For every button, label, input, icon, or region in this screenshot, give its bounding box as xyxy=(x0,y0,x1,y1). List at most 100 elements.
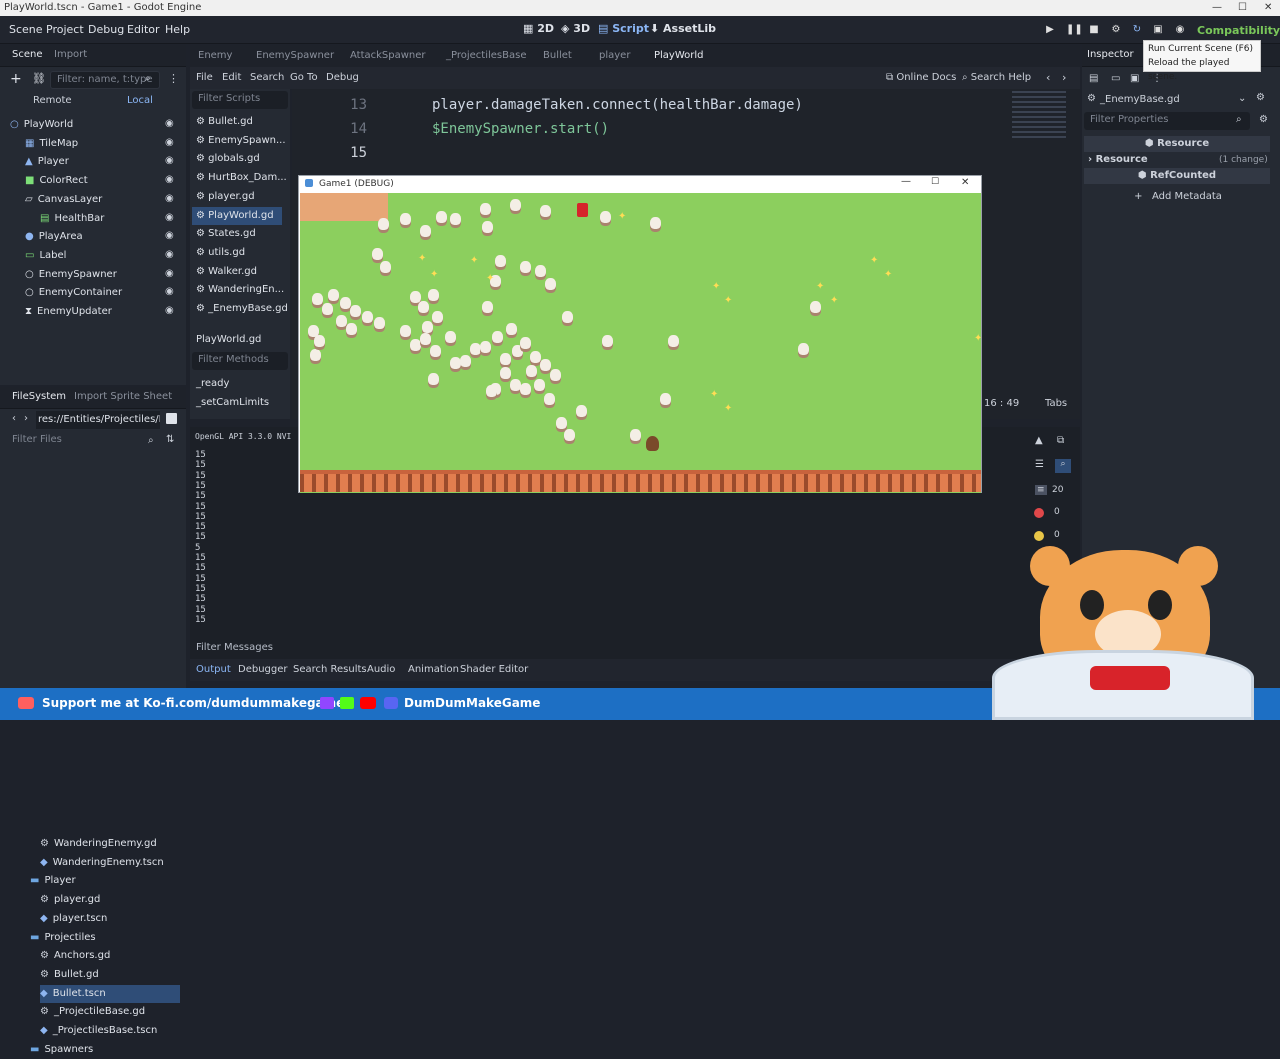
visibility-icon[interactable]: ◉ xyxy=(165,193,174,204)
editor-tab-player[interactable]: player xyxy=(599,50,630,61)
menu-debug[interactable]: Debug xyxy=(88,23,124,36)
visibility-icon[interactable]: ◉ xyxy=(165,174,174,185)
run-current-scene-icon[interactable]: ↻ xyxy=(1131,24,1143,36)
more-icon[interactable]: ⋮ xyxy=(168,72,179,85)
save-icon[interactable]: ▣ xyxy=(1130,73,1139,84)
visibility-icon[interactable]: ◉ xyxy=(165,249,174,260)
filesystem-filter-input[interactable]: Filter Files xyxy=(6,432,156,450)
open-resource-icon[interactable]: ▤ xyxy=(1089,73,1098,84)
file-item-wanderingenemy-gd[interactable]: ⚙ WanderingEnemy.gd xyxy=(40,835,157,853)
editor-tab--projectilesbase[interactable]: _ProjectilesBase xyxy=(446,50,526,61)
script-menu-goto[interactable]: Go To xyxy=(290,72,318,83)
object-properties-icon[interactable]: ⚙ xyxy=(1256,92,1265,103)
file-item-projectiles[interactable]: ▬ Projectiles xyxy=(30,929,96,947)
filter-methods-input[interactable]: Filter Methods xyxy=(192,352,288,370)
script-item[interactable]: ⚙ player.gd xyxy=(192,188,282,206)
game-viewport[interactable]: ✦ ✦ ✦ ✦ ✦ ✦ ✦ ✦ ✦ ✦ ✦ ✦ ✦ ✦ xyxy=(300,193,981,493)
scene-node-healthbar[interactable]: ▤ HealthBar xyxy=(40,210,104,228)
script-menu-search[interactable]: Search xyxy=(250,72,284,83)
editor-tab-playworld[interactable]: PlayWorld xyxy=(654,50,704,61)
script-item[interactable]: ⚙ WanderingEn... xyxy=(192,281,284,299)
link-icon[interactable]: ⛓ xyxy=(32,72,46,85)
history-dropdown-icon[interactable]: ⌄ xyxy=(1238,93,1246,104)
editor-tab-enemyspawner[interactable]: EnemySpawner xyxy=(256,50,334,61)
tab-output[interactable]: Output xyxy=(196,664,231,675)
file-item-wanderingenemy-tscn[interactable]: ◆ WanderingEnemy.tscn xyxy=(40,854,164,872)
visibility-icon[interactable]: ◉ xyxy=(165,137,174,148)
editor-tab-bullet[interactable]: Bullet xyxy=(543,50,572,61)
indent-mode[interactable]: Tabs xyxy=(1045,398,1067,409)
visibility-icon[interactable]: ◉ xyxy=(165,230,174,241)
file-item--projectilesbase-tscn[interactable]: ◆ _ProjectilesBase.tscn xyxy=(40,1022,157,1040)
filter-properties-input[interactable]: Filter Properties xyxy=(1084,112,1250,130)
minimize-button[interactable]: — xyxy=(1212,0,1222,16)
scene-node-enemycontainer[interactable]: ○ EnemyContainer xyxy=(25,284,122,302)
editor-tab-enemy[interactable]: Enemy xyxy=(198,50,232,61)
resource-group[interactable]: › Resource xyxy=(1088,154,1148,165)
tab-inspector[interactable]: Inspector xyxy=(1087,49,1134,60)
tab-import-sprite-sheet[interactable]: Import Sprite Sheet xyxy=(74,391,172,402)
file-item-spawners[interactable]: ▬ Spawners xyxy=(30,1041,93,1059)
menu-scene[interactable]: Scene xyxy=(9,23,43,36)
section-resource[interactable]: ⬢ Resource xyxy=(1084,136,1270,152)
movie-maker-icon[interactable]: ◉ xyxy=(1174,24,1186,36)
scene-node-tilemap[interactable]: ▦ TileMap xyxy=(25,135,78,153)
tab-animation[interactable]: Animation xyxy=(408,664,459,675)
visibility-icon[interactable]: ◉ xyxy=(165,305,174,316)
add-node-icon[interactable]: + xyxy=(10,71,22,87)
script-item[interactable]: ⚙ PlayWorld.gd xyxy=(192,206,282,225)
copy-output-icon[interactable]: ⧉ xyxy=(1057,435,1064,446)
script-menu-file[interactable]: File xyxy=(196,72,213,83)
pause-icon[interactable]: ❚❚ xyxy=(1066,24,1083,36)
visibility-icon[interactable]: ◉ xyxy=(165,118,174,129)
game-close-icon[interactable]: ✕ xyxy=(961,177,969,188)
script-item[interactable]: ⚙ EnemySpawn... xyxy=(192,132,286,150)
play-icon[interactable]: ▶ xyxy=(1044,24,1056,36)
scene-node-enemyspawner[interactable]: ○ EnemySpawner xyxy=(25,266,117,284)
scene-node-label[interactable]: ▭ Label xyxy=(25,247,66,265)
section-refcounted[interactable]: ⬢ RefCounted xyxy=(1084,168,1270,184)
close-button[interactable]: ✕ xyxy=(1264,0,1272,16)
scene-filter-input[interactable]: Filter: name, t:type xyxy=(50,71,160,89)
menu-project[interactable]: Project xyxy=(46,23,84,36)
tab-scene[interactable]: Scene xyxy=(12,49,43,60)
filter-scripts-input[interactable]: Filter Scripts xyxy=(192,91,288,109)
path-field[interactable]: res://Entities/Projectiles/Bu xyxy=(36,411,160,429)
script-item[interactable]: ⚙ HurtBox_Dam... xyxy=(192,169,287,187)
tab-debugger[interactable]: Debugger xyxy=(238,664,288,675)
tab-filesystem[interactable]: FileSystem xyxy=(12,391,66,402)
scene-node-canvaslayer[interactable]: ▱ CanvasLayer xyxy=(25,191,102,209)
remote-tab[interactable]: Remote xyxy=(33,95,72,106)
file-item--projectilebase-gd[interactable]: ⚙ _ProjectileBase.gd xyxy=(40,1003,145,1021)
workspace-2d-button[interactable]: ▦ 2D xyxy=(523,22,554,35)
code-minimap[interactable] xyxy=(1012,91,1066,141)
file-item-bullet-gd[interactable]: ⚙ Bullet.gd xyxy=(40,966,99,984)
menu-help[interactable]: Help xyxy=(165,23,190,36)
next-icon[interactable]: › xyxy=(1062,71,1066,84)
clear-output-icon[interactable]: ▲ xyxy=(1035,435,1043,446)
inspected-resource[interactable]: _EnemyBase.gd xyxy=(1100,94,1180,105)
script-item[interactable]: ⚙ States.gd xyxy=(192,225,282,243)
maximize-button[interactable]: ☐ xyxy=(1238,0,1247,16)
sort-icon[interactable]: ⇅ xyxy=(166,434,174,445)
back-icon[interactable]: ‹ xyxy=(12,413,16,424)
file-item-player[interactable]: ▬ Player xyxy=(30,872,76,890)
visibility-icon[interactable]: ◉ xyxy=(165,155,174,166)
run-custom-scene-icon[interactable]: ▣ xyxy=(1152,24,1164,36)
script-menu-edit[interactable]: Edit xyxy=(222,72,241,83)
workspace-script-button[interactable]: ▤ Script xyxy=(598,22,649,35)
workspace-assetlib-button[interactable]: ⬇ AssetLib xyxy=(650,22,716,35)
script-item[interactable]: ⚙ Walker.gd xyxy=(192,263,282,281)
menu-editor[interactable]: Editor xyxy=(127,23,160,36)
tab-import[interactable]: Import xyxy=(54,49,87,60)
visibility-icon[interactable]: ◉ xyxy=(165,268,174,279)
script-item[interactable]: ⚙ utils.gd xyxy=(192,244,282,262)
renderer-selector[interactable]: Compatibility xyxy=(1197,24,1280,37)
workspace-3d-button[interactable]: ◈ 3D xyxy=(561,22,590,35)
script-item[interactable]: ⚙ globals.gd xyxy=(192,150,282,168)
load-icon[interactable]: ▭ xyxy=(1111,73,1120,84)
search-help-button[interactable]: ⌕ Search Help xyxy=(962,72,1031,83)
split-view-icon[interactable] xyxy=(166,413,177,424)
script-item[interactable]: ⚙ _EnemyBase.gd xyxy=(192,300,288,318)
scene-node-player[interactable]: ▲ Player xyxy=(25,153,69,171)
